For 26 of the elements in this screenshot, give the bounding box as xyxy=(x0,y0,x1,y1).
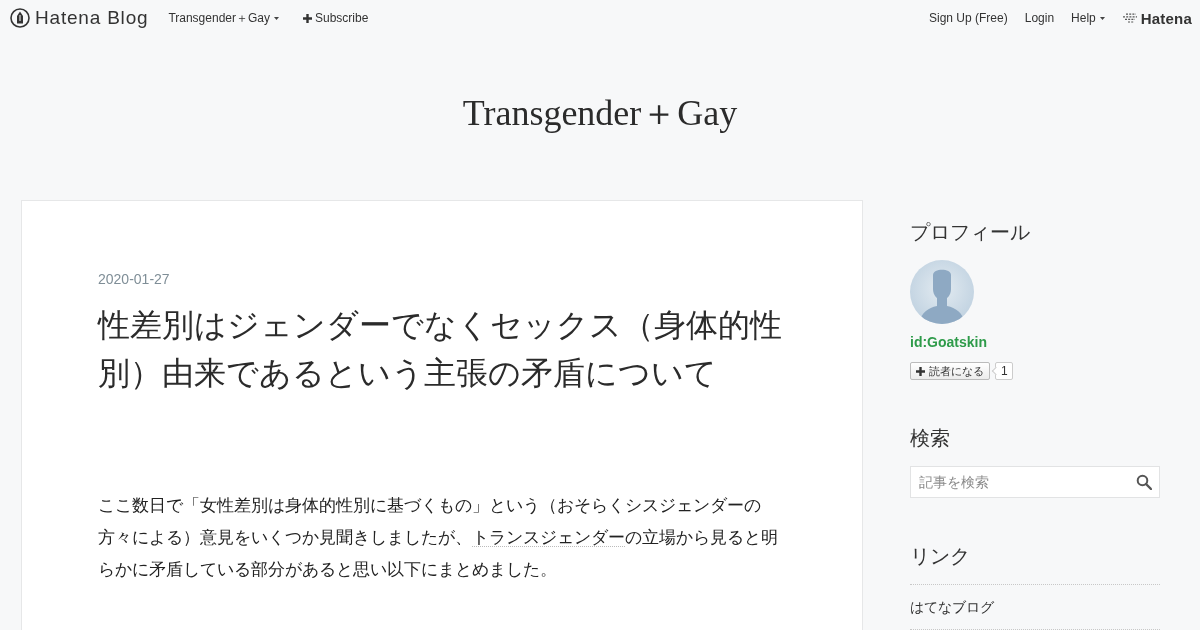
reader-count: 1 xyxy=(991,362,1013,380)
blog-title[interactable]: Transgender＋Gay xyxy=(462,91,738,135)
search-field[interactable]: 記事を検索 xyxy=(910,466,1160,498)
header-link[interactable]: Login xyxy=(1024,11,1055,25)
site-logo[interactable]: Hatena Blog xyxy=(10,7,149,29)
search-icon[interactable] xyxy=(1136,474,1152,490)
follow-button[interactable]: 読者になる xyxy=(910,362,990,380)
module-heading: リンク xyxy=(910,544,971,569)
subscribe-button[interactable]: Subscribe xyxy=(303,11,369,25)
plus-icon xyxy=(916,366,925,376)
pen-nib-icon xyxy=(10,8,30,28)
module-heading: プロフィール xyxy=(910,220,1031,245)
header-menu[interactable]: Help xyxy=(1071,11,1105,25)
entry-date: 2020-01-27 xyxy=(98,270,170,289)
sidebar-link[interactable]: はてなブログ xyxy=(910,599,994,615)
caret-icon xyxy=(1099,16,1105,20)
header-link[interactable]: Sign Up (Free) xyxy=(929,11,1008,25)
module-heading: 検索 xyxy=(910,426,951,451)
keyword-link[interactable]: トランスジェンダー xyxy=(472,528,625,547)
entry-title: 性差別はジェンダーでなくセックス（身体的性別）由来であるという主張の矛盾について xyxy=(98,306,783,393)
plus-icon xyxy=(303,13,312,23)
brand-logo[interactable]: Hatena xyxy=(1121,9,1192,27)
entry-paragraph: ここ数日で「女性差別は身体的性別に基づくもの」という（おそらくシスジェンダーの方々による）意見をいくつか見聞きしましたが、トランスジェンダーの立場から見ると明らかに矛盾している部分があると思い以下にまとめました。 xyxy=(98,495,779,580)
caret-icon xyxy=(274,16,279,20)
blog-menu[interactable]: Transgender＋Gay xyxy=(168,9,279,27)
dashed-lines-icon xyxy=(1121,13,1138,23)
